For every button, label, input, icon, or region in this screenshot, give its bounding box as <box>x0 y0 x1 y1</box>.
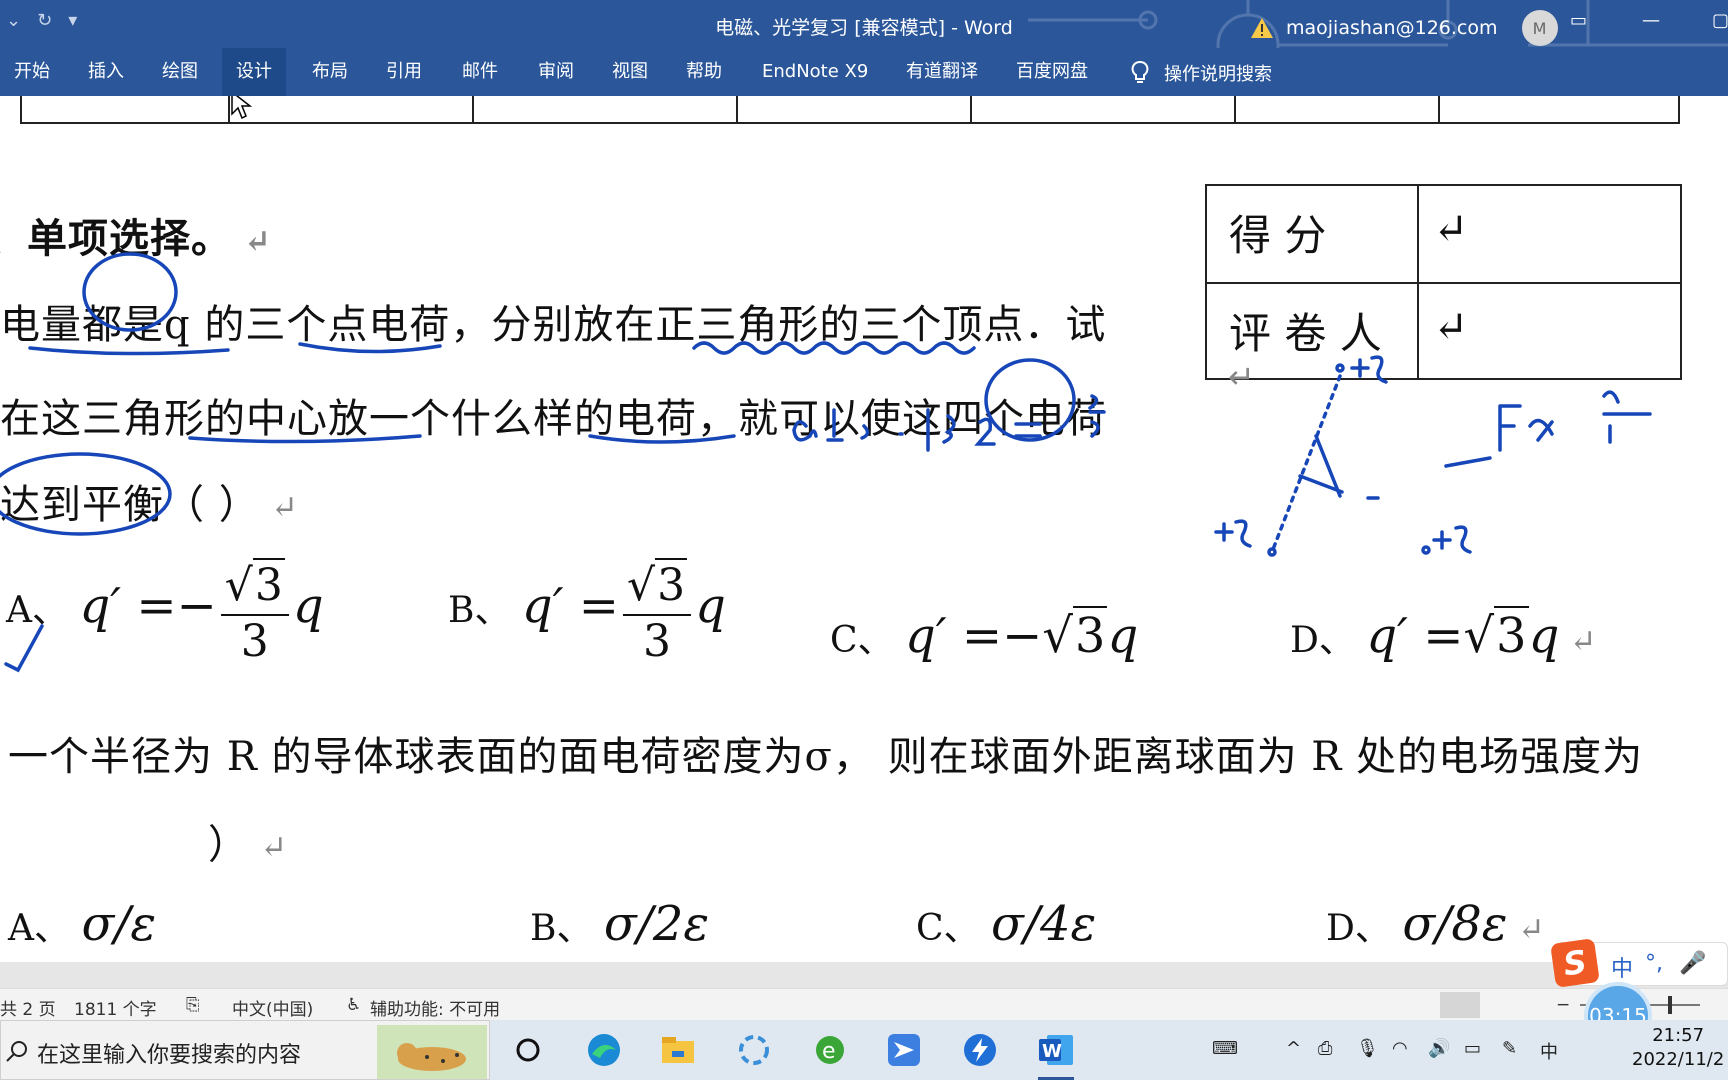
score-label: 得 分 <box>1229 211 1327 260</box>
keyboard-icon[interactable]: ⌨ <box>1212 1038 1238 1059</box>
microphone-icon[interactable]: 🎤 <box>1679 951 1706 976</box>
tab-home[interactable]: 开始 <box>0 48 64 96</box>
sogou-logo-icon: S <box>1550 938 1600 988</box>
search-input[interactable]: 在这里输入你要搜索的内容 <box>37 1037 301 1069</box>
page-count[interactable]: 共 2 页 <box>0 995 56 1020</box>
paragraph-mark-icon: ↵ <box>1228 358 1255 396</box>
taskbar-search[interactable]: 在这里输入你要搜索的内容 <box>0 1020 490 1080</box>
restore-icon[interactable]: ▢ <box>1712 10 1728 31</box>
clock-time: 21:57 <box>1652 1025 1705 1046</box>
ie-browser-icon[interactable]: e <box>808 1028 852 1072</box>
read-mode-button[interactable] <box>1380 992 1420 1018</box>
tab-review[interactable]: 审阅 <box>524 48 588 96</box>
svg-text:e: e <box>822 1039 836 1064</box>
q1-line3: 达到平衡（ ） ↵ <box>0 482 299 528</box>
q2-line1: 一个半径为 R 的导体球表面的面电荷密度为σ， 则在球面外距离球面为 R 处的电… <box>8 734 1644 780</box>
page-gap <box>0 962 1728 988</box>
punctuation-icon[interactable]: °, <box>1645 951 1663 976</box>
web-layout-button[interactable] <box>1500 992 1540 1018</box>
account-email[interactable]: maojiashan@126.com <box>1286 17 1498 39</box>
ribbon-tabs: 开始 插入 绘图 设计 布局 引用 邮件 审阅 视图 帮助 EndNote X9… <box>0 48 1728 96</box>
q2-line2: ） ↵ <box>208 822 288 868</box>
cheetah-illustration-icon <box>377 1025 487 1079</box>
volume-icon[interactable]: 🔊 <box>1428 1038 1450 1059</box>
tell-me-search[interactable]: 操作说明搜索 <box>1130 60 1272 86</box>
zoom-out-button[interactable]: − <box>1556 995 1570 1015</box>
system-clock[interactable]: 21:57 2022/11/2 <box>1632 1024 1724 1072</box>
task-view-icon[interactable] <box>506 1028 550 1072</box>
battery-icon[interactable]: ▭ <box>1464 1038 1481 1059</box>
document-page[interactable]: 、单项选择。 ↵ 电量都是q 的三个点电荷，分别放在正三角形的三个顶点．试 在这… <box>0 96 1728 962</box>
tab-view[interactable]: 视图 <box>598 48 662 96</box>
svg-text:W: W <box>1042 1041 1062 1062</box>
clock-date: 2022/11/2 <box>1632 1049 1725 1070</box>
ime-tray-indicator[interactable]: 中 <box>1540 1038 1558 1064</box>
warning-icon[interactable] <box>1250 17 1274 39</box>
title-bar: ⌄ ↻ ▾ 电磁、光学复习 [兼容模式] - Word maojiashan@1… <box>0 0 1728 48</box>
snipping-icon[interactable] <box>732 1028 776 1072</box>
tab-layout[interactable]: 布局 <box>298 48 362 96</box>
microphone-tray-icon[interactable]: 🎙 <box>1356 1038 1379 1059</box>
accessibility-icon: ♿ <box>346 995 362 1015</box>
lightbulb-icon <box>1131 61 1149 83</box>
tab-insert[interactable]: 插入 <box>74 48 138 96</box>
tab-mailings[interactable]: 邮件 <box>448 48 512 96</box>
status-bar: 共 2 页 1811 个字 ⎘ 中文(中国) ♿ 辅助功能: 不可用 − <box>0 988 1728 1020</box>
pen-icon[interactable]: ✎ <box>1502 1038 1517 1059</box>
q1-line1: 电量都是q 的三个点电荷，分别放在正三角形的三个顶点．试 <box>0 302 1107 348</box>
q1-option-b[interactable]: B、 q′ = √3 3 q <box>448 558 726 668</box>
zoom-slider-thumb[interactable] <box>1668 996 1672 1014</box>
feishu-icon[interactable] <box>882 1028 926 1072</box>
paragraph-mark-icon: ↵ <box>1433 204 1469 253</box>
lightning-app-icon[interactable] <box>958 1028 1002 1072</box>
header-table <box>20 96 1680 124</box>
ime-mode[interactable]: 中 <box>1611 951 1633 983</box>
ribbon-display-options-icon[interactable]: ▭ <box>1570 10 1587 31</box>
q1-option-c[interactable]: C、 q′ =−√3q <box>830 606 1138 664</box>
proofing-icon[interactable]: ⎘ <box>186 995 200 1015</box>
language[interactable]: 中文(中国) <box>232 995 313 1020</box>
tab-youdao[interactable]: 有道翻译 <box>892 48 992 96</box>
avatar[interactable]: M <box>1521 10 1558 46</box>
tell-me-label: 操作说明搜索 <box>1164 64 1272 85</box>
tab-help[interactable]: 帮助 <box>672 48 736 96</box>
q1-line2: 在这三角形的中心放一个什么样的电荷，就可以使这四个电荷 <box>0 396 1107 442</box>
score-table: 得 分 评 卷 人 ↵ ↵ <box>1205 184 1682 380</box>
grader-label: 评 卷 人 <box>1229 309 1382 358</box>
tab-draw[interactable]: 绘图 <box>148 48 212 96</box>
taskbar: 在这里输入你要搜索的内容 e W ⌨ ^ ⎙ 🎙 ◠ 🔊 ▭ ✎ 中 21:57… <box>0 1020 1728 1080</box>
paragraph-mark-icon: ↵ <box>1433 302 1469 351</box>
show-hidden-icons-icon[interactable]: ^ <box>1286 1038 1301 1059</box>
tab-design[interactable]: 设计 <box>222 48 286 96</box>
tab-baidu-netdisk[interactable]: 百度网盘 <box>1002 48 1102 96</box>
accessibility-status[interactable]: 辅助功能: 不可用 <box>370 995 500 1020</box>
q1-option-d[interactable]: D、 q′ =√3q ↵ <box>1290 606 1596 664</box>
word-count[interactable]: 1811 个字 <box>74 995 157 1020</box>
q2-option-c[interactable]: C、 σ/4ε <box>916 896 1096 952</box>
section-heading: 、单项选择。 ↵ <box>0 215 272 262</box>
paragraph-mark-icon: ↵ <box>232 222 272 260</box>
q2-option-b[interactable]: B、 σ/2ε <box>530 896 709 952</box>
mouse-cursor-icon <box>231 96 253 120</box>
account-area: maojiashan@126.com M <box>1250 10 1558 46</box>
q1-option-a[interactable]: A、 q′ =− √3 3 q <box>6 558 324 668</box>
q2-option-a[interactable]: A、 σ/ε <box>8 896 156 952</box>
ime-toolbar[interactable]: S 中 °, 🎤 <box>1550 938 1728 988</box>
file-explorer-icon[interactable] <box>656 1028 700 1072</box>
tab-endnote[interactable]: EndNote X9 <box>748 48 882 96</box>
edge-icon[interactable] <box>582 1028 626 1072</box>
search-icon <box>6 1041 27 1062</box>
word-taskbar-icon[interactable]: W <box>1034 1028 1078 1080</box>
wifi-icon[interactable]: ◠ <box>1392 1038 1408 1059</box>
meet-now-icon[interactable]: ⎙ <box>1318 1038 1332 1059</box>
minimize-icon[interactable]: — <box>1642 10 1660 31</box>
tab-references[interactable]: 引用 <box>372 48 436 96</box>
print-layout-button[interactable] <box>1440 992 1480 1018</box>
q2-option-d[interactable]: D、 σ/8ε ↵ <box>1326 896 1545 952</box>
